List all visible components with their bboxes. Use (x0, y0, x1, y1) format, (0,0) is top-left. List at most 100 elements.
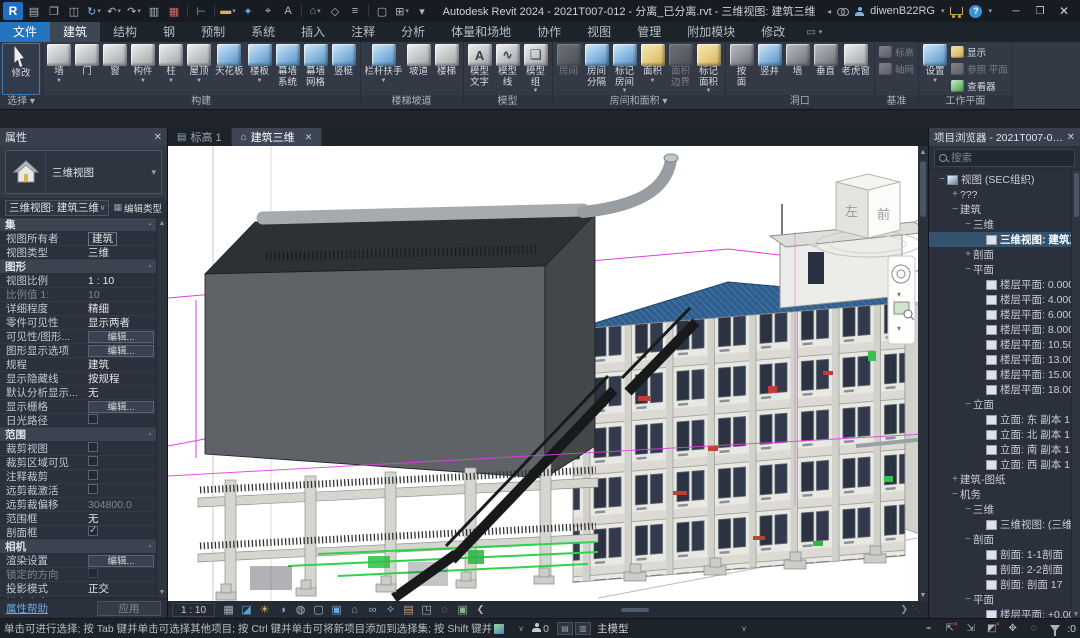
tree-item[interactable]: −三维 (929, 502, 1080, 517)
browser-search-box[interactable] (934, 149, 1075, 167)
checkbox[interactable] (88, 484, 98, 494)
shadows-icon[interactable]: ◑ (274, 602, 291, 617)
tree-item[interactable]: 楼层平面: 18.000 (929, 382, 1080, 397)
property-group-图形[interactable]: 图形▪ (0, 260, 156, 274)
tree-item[interactable]: −建筑 (929, 202, 1080, 217)
customize-qat-icon[interactable]: ▾ (413, 3, 431, 19)
temporary-hide-isolate-icon[interactable]: ✧ (382, 602, 399, 617)
viewcube-left-label[interactable]: 左 (845, 204, 858, 219)
minimize-button[interactable]: ─ (1004, 1, 1028, 21)
section-box-icon[interactable]: ▣ (454, 602, 471, 617)
drawing-area[interactable]: 左 前 ▾ ▾ ▲ ▼ (168, 146, 928, 601)
tree-item[interactable]: −平面 (929, 592, 1080, 607)
aligned-dimension-icon[interactable]: ⊢ (192, 3, 210, 19)
reveal-hidden-elements-icon[interactable]: ∞ (364, 602, 381, 617)
select-links-toggle[interactable]: ⌁ (920, 622, 937, 636)
text-icon[interactable]: A (279, 3, 297, 19)
标记面积-button[interactable]: 标记 面积▼ (695, 43, 723, 95)
栏杆扶手-button[interactable]: 栏杆扶手▼ (363, 43, 405, 95)
tree-item[interactable]: 楼层平面: 8.000 (929, 322, 1080, 337)
property-value[interactable]: 正交 (88, 581, 156, 596)
tree-item[interactable]: 剖面: 剖面 17 (929, 577, 1080, 592)
老虎窗-button[interactable]: 老虎窗 (840, 43, 873, 95)
sun-path-icon[interactable]: ☀ (256, 602, 273, 617)
edit-button[interactable]: 编辑... (88, 555, 154, 567)
property-value[interactable]: 显示两者 (88, 315, 156, 330)
property-group-相机[interactable]: 相机▪ (0, 540, 156, 554)
竖梃-button[interactable]: 竖梃 (330, 43, 358, 95)
tree-item[interactable]: 楼层平面: 13.000 (929, 352, 1080, 367)
edit-button[interactable]: 编辑... (88, 401, 154, 413)
panel-label[interactable]: 房间和面积 ▾ (553, 95, 725, 109)
checkbox[interactable] (88, 442, 98, 452)
property-value[interactable]: 建筑 (88, 231, 156, 246)
type-selector[interactable]: 三维视图 ▾ (0, 146, 167, 198)
drag-elements-on-selection-toggle[interactable]: ✥ (1004, 622, 1021, 636)
tree-item[interactable]: −机务 (929, 487, 1080, 502)
instance-selector[interactable]: 三维视图: 建筑三维 ∨ (5, 200, 109, 216)
worksets-icon[interactable]: ▤ (557, 622, 573, 635)
revit-logo-icon[interactable]: R (3, 2, 23, 20)
ruler-icon[interactable]: ▬▾ (219, 3, 237, 19)
save-icon[interactable]: ◫ (65, 3, 83, 19)
default-3d-view-icon[interactable]: ⌂▾ (306, 3, 324, 19)
select-pinned-elements-toggle[interactable]: ⇲ (962, 622, 979, 636)
property-value[interactable]: 按规程 (88, 371, 156, 386)
tree-item[interactable]: 立面: 南 副本 1 (929, 442, 1080, 457)
editing-requests-button[interactable]: 0 (532, 623, 549, 635)
tag-icon[interactable]: ⌖ (259, 3, 277, 19)
修改-button[interactable]: 修改 (2, 43, 40, 95)
user-name[interactable]: diwenB22RG (870, 5, 935, 17)
checkbox[interactable] (88, 526, 98, 536)
model-3d-view[interactable]: 左 前 ▾ ▾ (168, 146, 928, 601)
tree-toggle-icon[interactable]: + (950, 474, 960, 485)
hscroll-thumb[interactable] (621, 608, 649, 612)
open-icon[interactable]: ❒ (45, 3, 63, 19)
displacement-sets-icon[interactable]: ◳ (418, 602, 435, 617)
tree-item[interactable]: −立面 (929, 397, 1080, 412)
active-design-option-select[interactable]: 主模型 ∨ (597, 621, 747, 636)
property-value[interactable]: 41973.5 (88, 597, 156, 599)
redo-icon[interactable]: ↷▾ (125, 3, 143, 19)
property-group-集[interactable]: 集▪ (0, 218, 156, 232)
ribbon-tab-注释[interactable]: 注释 (338, 22, 388, 42)
checkbox[interactable] (88, 414, 98, 424)
ribbon-tab-分析[interactable]: 分析 (388, 22, 438, 42)
view-tab-建筑三维[interactable]: ⌂建筑三维✕ (232, 128, 323, 146)
幕墙网格-button[interactable]: 幕墙 网格 (302, 43, 330, 95)
ribbon-tab-修改[interactable]: 修改 (748, 22, 798, 42)
tree-item[interactable]: 楼层平面: 4.000 (929, 292, 1080, 307)
天花板-button[interactable]: 天花板 (213, 43, 246, 95)
墙-button[interactable]: 墙 (784, 43, 812, 95)
browser-scrollbar[interactable]: ▼ (1071, 170, 1080, 618)
switch-windows-icon[interactable]: ⊞▾ (393, 3, 411, 19)
楼梯-button[interactable]: 楼梯 (433, 43, 461, 95)
tree-item[interactable]: 楼层平面: 10.500 (929, 337, 1080, 352)
tree-toggle-icon[interactable]: − (963, 399, 973, 410)
窗-button[interactable]: 窗 (101, 43, 129, 95)
ribbon-tab-插入[interactable]: 插入 (288, 22, 338, 42)
tree-toggle-icon[interactable]: − (937, 174, 947, 185)
background-processes-icon[interactable]: ◌ (1025, 622, 1042, 636)
tree-item[interactable]: −剖面 (929, 532, 1080, 547)
browser-scrollbar-thumb[interactable] (1074, 173, 1079, 217)
locked-3d-icon[interactable]: ⌂ (346, 602, 363, 617)
tree-item[interactable]: 剖面: 1-1剖面 (929, 547, 1080, 562)
tree-item[interactable]: 楼层平面: 15.000 (929, 367, 1080, 382)
close-hidden-windows-icon[interactable]: ▢ (373, 3, 391, 19)
properties-scrollbar[interactable]: ▲▼ (156, 218, 167, 598)
tree-item[interactable]: 三维视图: 建筑三维 (929, 232, 1080, 247)
tree-item[interactable]: 楼层平面: 0.000 (929, 277, 1080, 292)
门-button[interactable]: 门 (73, 43, 101, 95)
tree-toggle-icon[interactable]: − (963, 264, 973, 275)
navigation-bar[interactable]: ▾ ▾ (888, 256, 915, 344)
project-browser-close-icon[interactable]: ✕ (1067, 132, 1075, 143)
模型组-button[interactable]: 模型 组▼ (522, 43, 550, 95)
ribbon-tab-预制[interactable]: 预制 (188, 22, 238, 42)
ribbon-display-toggle[interactable]: ▭▾ (806, 22, 822, 42)
worksharing-display-icon[interactable]: ▤ (400, 602, 417, 617)
tree-toggle-icon[interactable]: − (963, 534, 973, 545)
thin-lines-icon[interactable]: ≡ (346, 3, 364, 19)
tree-item[interactable]: −三维 (929, 217, 1080, 232)
property-value[interactable]: 精细 (88, 301, 156, 316)
